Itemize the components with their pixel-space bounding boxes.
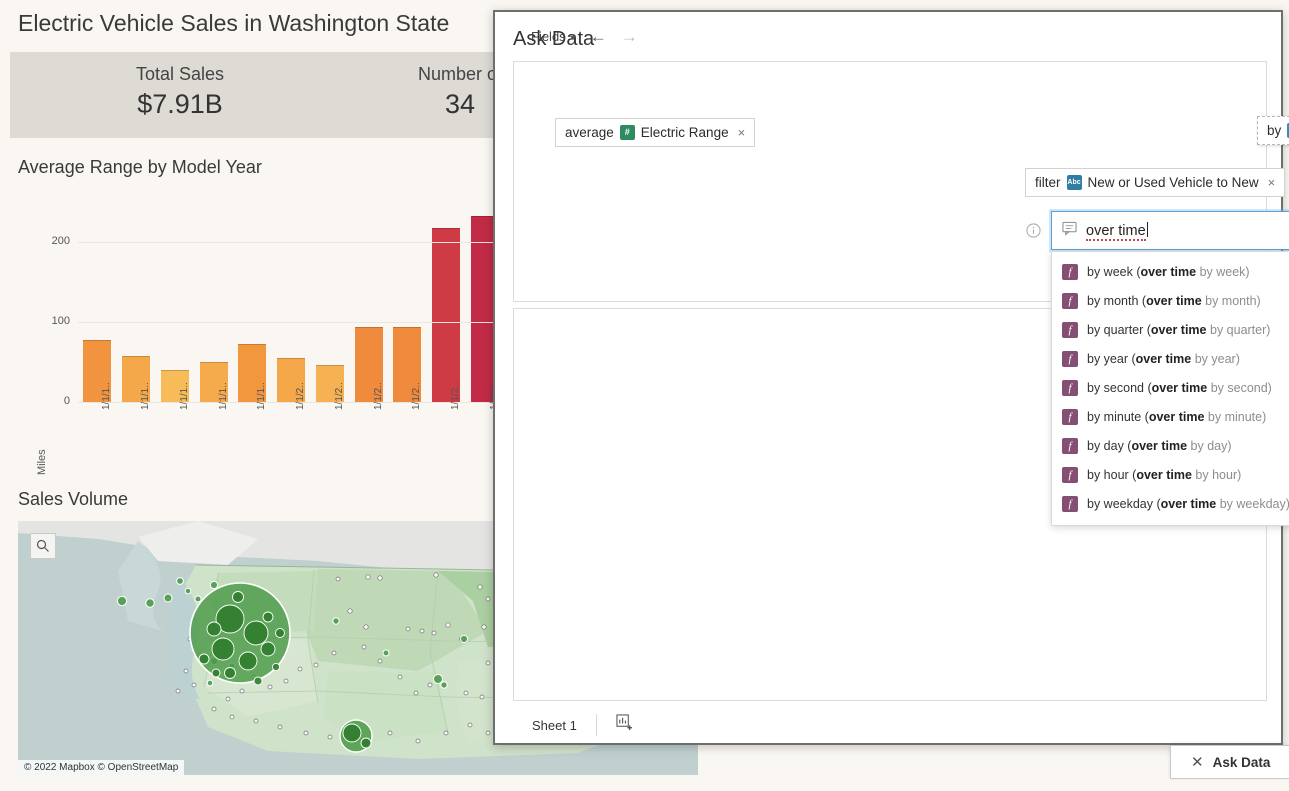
suggestion-label: by minute (over time by minute): [1087, 409, 1267, 424]
kpi-value: $7.91B: [137, 89, 223, 119]
pill-remove-icon[interactable]: ×: [738, 125, 746, 140]
filter-pill-row: filter Abc New or Used Vehicle to New ×: [1025, 168, 1286, 197]
map-cluster-vancouver: [339, 719, 373, 753]
info-icon[interactable]: [1026, 223, 1041, 243]
suggestion-kind: Group: [1277, 352, 1289, 366]
pill-field: New or Used Vehicle to New: [1087, 175, 1259, 190]
pill-field: Electric Range: [640, 125, 729, 140]
y-axis-tick: 0: [63, 395, 70, 407]
map-cluster-seattle: [189, 582, 291, 686]
pill-prefix: filter: [1035, 175, 1061, 190]
suggestion-item[interactable]: f by hour (over time by hour) Group: [1052, 460, 1289, 489]
bar-chart-title: Average Range by Model Year: [18, 157, 262, 177]
speech-bubble-icon: [1062, 221, 1077, 241]
suggestion-label: by week (over time by week): [1087, 264, 1250, 279]
function-icon: f: [1062, 350, 1078, 367]
close-icon: ✕: [1191, 754, 1204, 771]
suggestion-item[interactable]: f by second (over time by second) Group: [1052, 373, 1289, 402]
ask-data-toggle-button[interactable]: ✕ Ask Data: [1170, 745, 1289, 779]
fields-toolbar: Fields ← →: [531, 28, 638, 45]
map-title: Sales Volume: [18, 489, 129, 509]
function-icon: f: [1062, 321, 1078, 338]
pill-prefix: average: [565, 125, 614, 140]
divider: [595, 714, 597, 736]
bar[interactable]: [432, 228, 461, 402]
suggestion-item[interactable]: f by month (over time by month) Group: [1052, 286, 1289, 315]
function-icon: f: [1062, 263, 1078, 280]
map-attribution: © 2022 Mapbox © OpenStreetMap: [18, 760, 185, 775]
suggestion-kind: Group: [1277, 381, 1289, 395]
x-axis-tick: 1/1/2..: [450, 382, 462, 410]
suggestion-kind: Group: [1277, 294, 1289, 308]
autocomplete-dropdown: f by week (over time by week) Group f by mon…: [1051, 251, 1289, 526]
suggestion-kind: Group: [1277, 265, 1289, 279]
function-icon: f: [1062, 437, 1078, 454]
suggestion-item[interactable]: f by quarter (over time by quarter) Group: [1052, 315, 1289, 344]
forward-button[interactable]: →: [621, 28, 638, 45]
function-icon: f: [1062, 292, 1078, 309]
function-icon: f: [1062, 466, 1078, 483]
search-query-text: over time: [1086, 223, 1146, 241]
suggestion-label: by year (over time by year): [1087, 351, 1240, 366]
fields-dropdown-button[interactable]: Fields: [531, 29, 576, 44]
y-axis-tick: 100: [51, 315, 70, 327]
suggestion-item[interactable]: f by minute (over time by minute) Group: [1052, 402, 1289, 431]
sheet-tab-bar: Sheet 1: [513, 710, 1267, 740]
suggestion-kind: Group: [1277, 439, 1289, 453]
suggestion-item[interactable]: f by day (over time by day) Group: [1052, 431, 1289, 460]
map-search-button[interactable]: [30, 533, 56, 559]
suggestion-item[interactable]: f by year (over time by year) Group: [1052, 344, 1289, 373]
suggestion-kind: Group: [1277, 323, 1289, 337]
pill-filter[interactable]: filter Abc New or Used Vehicle to New ×: [1025, 168, 1286, 197]
suggestion-label: by hour (over time by hour): [1087, 467, 1242, 482]
suggestion-item[interactable]: fby weekday (over time by weekday)Group: [1052, 489, 1289, 518]
kpi-label: Total Sales: [135, 64, 225, 84]
x-axis-tick: 1/1/1..: [178, 382, 190, 410]
aggregate-pill-row: average # Electric Range ×: [555, 118, 756, 147]
x-axis-tick: 1/1/1..: [256, 382, 268, 410]
pill-groupby[interactable]: by Model Year's year: [1257, 116, 1289, 145]
x-axis-tick: 1/1/2..: [295, 382, 307, 410]
suggestion-label: by quarter (over time by quarter): [1087, 322, 1271, 337]
pill-aggregate[interactable]: average # Electric Range ×: [555, 118, 756, 147]
suggestion-item[interactable]: f by week (over time by week) Group: [1052, 257, 1289, 286]
search-icon: [36, 539, 49, 552]
x-axis-tick: 1/1/2..: [333, 382, 345, 410]
function-icon: f: [1062, 408, 1078, 425]
pill-remove-icon[interactable]: ×: [1268, 175, 1276, 190]
chevron-down-icon: [569, 35, 576, 40]
pill-prefix: by: [1267, 123, 1282, 138]
pill-groupby-wrapper: by Model Year's year: [1257, 116, 1289, 145]
ask-data-toggle-label: Ask Data: [1212, 754, 1271, 770]
number-field-icon: #: [619, 125, 635, 140]
suggestion-label: by day (over time by day): [1087, 438, 1232, 453]
search-input-value[interactable]: over time: [1086, 222, 1148, 241]
y-axis-tick: 200: [51, 235, 70, 247]
suggestion-label: by second (over time by second): [1087, 380, 1272, 395]
suggestion-label: by month (over time by month): [1087, 293, 1261, 308]
ask-data-search-bar[interactable]: over time ✕ →: [1051, 211, 1289, 250]
ask-data-dialog: Ask Data Share Fields ← → average # Elec…: [493, 10, 1289, 745]
suggestion-kind: Group: [1277, 468, 1289, 482]
function-icon: f: [1062, 495, 1078, 512]
suggestion-label: by weekday (over time by weekday): [1087, 496, 1289, 511]
new-worksheet-icon[interactable]: [616, 714, 633, 736]
sheet-tab-sheet-1[interactable]: Sheet 1: [532, 718, 577, 733]
fields-label: Fields: [531, 29, 566, 44]
back-button[interactable]: ←: [590, 28, 607, 45]
kpi-total-sales: Total Sales $7.91B: [90, 64, 270, 120]
x-axis-tick: 1/1/2..: [372, 382, 384, 410]
y-axis-label: Miles: [36, 449, 48, 475]
suggestion-kind: Group: [1277, 410, 1289, 424]
text-cursor: [1146, 222, 1148, 237]
function-icon: f: [1062, 379, 1078, 396]
x-axis-tick: 1/1/1..: [101, 382, 113, 410]
string-field-icon: Abc: [1066, 175, 1082, 190]
x-axis-tick: 1/1/2..: [411, 382, 423, 410]
page-title: Electric Vehicle Sales in Washington Sta…: [18, 10, 450, 36]
x-axis-tick: 1/1/1..: [140, 382, 152, 410]
x-axis-tick: 1/1/1..: [217, 382, 229, 410]
